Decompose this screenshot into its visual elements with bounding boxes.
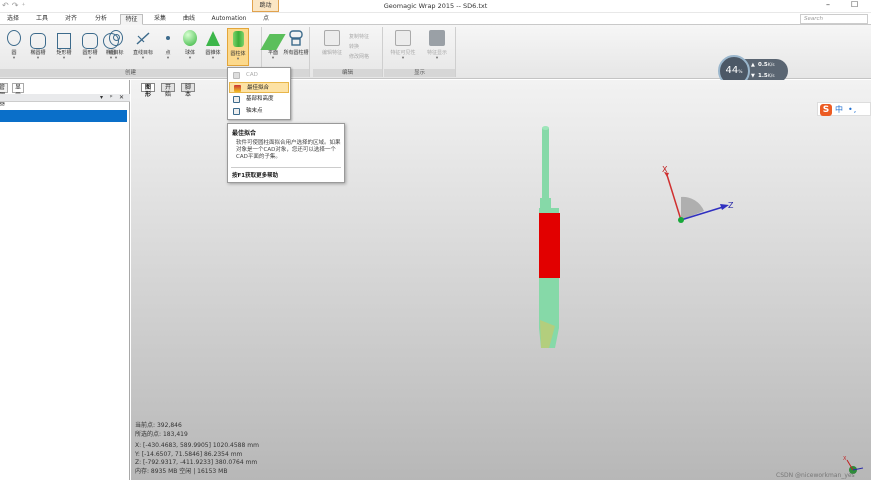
selected-region: [539, 213, 560, 278]
cylinder-icon: [232, 31, 244, 47]
menu-item-cad[interactable]: CAD: [229, 70, 289, 81]
download-arrow-icon: ▼: [751, 73, 755, 79]
sphere-button[interactable]: 球体 ▾: [180, 30, 200, 61]
ellipse-slot-button[interactable]: 椭圆槽 ▾: [26, 30, 50, 61]
z-axis-label: Z: [728, 201, 734, 210]
ellipse-slot-icon: [30, 33, 46, 49]
tooltip-help: 按F1获取更多帮助: [232, 173, 279, 179]
point-target-button[interactable]: 点目标 ▾: [104, 30, 128, 61]
ribbon-group-display: 特征可见性 ▾ 特征显示 ▾ 显示: [384, 27, 456, 77]
ime-toolbar[interactable]: S 中 •,: [817, 102, 871, 116]
cylinder-slots-icon: [288, 30, 304, 46]
point-button[interactable]: 点 ▾: [160, 30, 176, 61]
manager-panel: 管理器 显示 ▾ ᵖ ✕: [0, 80, 130, 480]
selected-count: 183,419: [162, 430, 188, 438]
tab-features[interactable]: 特征: [120, 14, 143, 25]
maximize-icon[interactable]: ☐: [851, 0, 858, 10]
svg-text:X: X: [843, 456, 847, 462]
tab-display[interactable]: 显示: [12, 83, 25, 99]
x-axis-label: X: [662, 165, 668, 174]
line-target-icon: [135, 30, 151, 46]
feature-visibility-button[interactable]: 特征可见性 ▾: [388, 30, 418, 61]
memory-usage: 内存: 8935 MB 空闲 | 16153 MB: [135, 467, 228, 475]
tab-points[interactable]: 点: [257, 14, 275, 25]
status-stats: 当前点: 392,846 所选的点: 183,419 X: [-430.4683…: [135, 422, 259, 475]
upload-arrow-icon: ▲: [751, 62, 755, 68]
tab-select[interactable]: 选择: [3, 14, 23, 25]
plane-button[interactable]: 平面 ▾: [260, 30, 286, 61]
close-icon[interactable]: ✕: [119, 94, 124, 102]
cylinder-button[interactable]: 圆柱体 ▾: [227, 28, 249, 66]
menu-item-best-fit[interactable]: 最佳拟合: [229, 82, 289, 93]
edit-feature-icon: [324, 30, 340, 46]
best-fit-icon: [234, 85, 241, 92]
scanned-cylinder-part[interactable]: [539, 126, 560, 348]
ribbon-tab-row: 选择 工具 对齐 分析 特征 采集 曲线 Automation 点 Search: [0, 13, 871, 25]
menu-item-base-height[interactable]: 基部和高度: [229, 94, 289, 105]
all-cylinder-slots-button[interactable]: 所有圆柱槽: [282, 30, 310, 56]
point-target-icon: [109, 30, 123, 46]
tab-curves[interactable]: 曲线: [178, 14, 200, 25]
edit-feature-button[interactable]: 编辑特征: [317, 30, 347, 56]
y-extent: Y: [-14.6507, 71.5846] 86.2354 mm: [135, 450, 243, 458]
copy-feature-button[interactable]: 复制特征: [349, 32, 381, 42]
round-slot-icon: [82, 33, 98, 49]
round-slot-button[interactable]: 圆形槽 ▾: [78, 30, 102, 61]
z-extent: Z: [-792.9317, -411.9233] 380.0764 mm: [135, 459, 258, 466]
ime-punct-icon[interactable]: •,: [848, 104, 857, 116]
group-label-edit: 编辑: [313, 69, 382, 77]
rect-slot-icon: [57, 33, 71, 49]
tab-automation[interactable]: Automation: [208, 14, 250, 25]
sogou-icon[interactable]: S: [820, 104, 832, 116]
cad-icon: [233, 72, 240, 79]
ime-mode-label[interactable]: 中: [835, 104, 843, 116]
ribbon-group-edit: 编辑特征 复制特征 转换 修改网格 编辑: [313, 27, 383, 77]
point-icon: [160, 30, 176, 46]
sphere-icon: [183, 30, 197, 46]
best-fit-tooltip: 最佳拟合 软件可使圆柱面拟合用户选择的区域。如果对象是一个CAD对象，您还可以选…: [227, 123, 345, 183]
cylinder-dropdown-menu: CAD 最佳拟合 基部和高度 轴末点: [227, 67, 291, 120]
feature-display-button[interactable]: 特征显示 ▾: [422, 30, 452, 61]
cone-icon: [206, 30, 220, 46]
modify-mesh-button[interactable]: 修改网格: [349, 52, 381, 62]
transform-button[interactable]: 转换: [349, 42, 381, 52]
panel-menu-icon[interactable]: ▾: [100, 94, 103, 102]
base-height-icon: [233, 96, 240, 103]
minimize-icon[interactable]: –: [826, 0, 830, 10]
selected-tree-item[interactable]: [0, 110, 127, 122]
watermark: CSDN @niceworkman_yes: [776, 472, 855, 479]
tab-capture[interactable]: 采集: [150, 14, 170, 25]
cone-button[interactable]: 圆锥体 ▾: [202, 30, 224, 61]
point-count: 392,846: [156, 422, 182, 429]
search-input[interactable]: Search: [800, 14, 868, 24]
group-label-create: 创建: [0, 69, 261, 77]
axis-triad: X Z: [662, 165, 734, 223]
tab-tools[interactable]: 工具: [32, 14, 52, 25]
line-target-button[interactable]: 直线目标 ▾: [130, 30, 156, 61]
group-label-display: 显示: [384, 69, 455, 77]
pin-icon[interactable]: ᵖ: [110, 94, 113, 102]
circle-icon: [7, 30, 21, 46]
x-extent: X: [-430.4683, 589.9905] 1020.4588 mm: [135, 442, 259, 449]
window-title: Geomagic Wrap 2015 -- SD6.txt: [383, 2, 488, 10]
axis-endpoints-icon: [233, 108, 240, 115]
title-bar: ↶↷⁺ 跳动 Geomagic Wrap 2015 -- SD6.txt – ☐: [0, 0, 871, 13]
tab-analysis[interactable]: 分析: [90, 14, 112, 25]
tooltip-body: 软件可使圆柱面拟合用户选择的区域。如果对象是一个CAD对象，您还可以选择一个CA…: [236, 140, 341, 160]
tooltip-title: 最佳拟合: [232, 130, 257, 137]
panel-header: ▾ ᵖ ✕: [0, 94, 130, 102]
tab-manager[interactable]: 管理器: [0, 83, 9, 107]
rect-slot-button[interactable]: 矩形槽 ▾: [52, 30, 76, 61]
menu-item-axis-endpoints[interactable]: 轴末点: [229, 106, 289, 117]
visibility-icon: [395, 30, 411, 46]
display-icon: [429, 30, 445, 46]
tab-align[interactable]: 对齐: [61, 14, 81, 25]
edit-small-buttons: 复制特征 转换 修改网格: [349, 32, 381, 62]
ribbon-group-create: 圆 ▾ 椭圆槽 ▾ 矩形槽 ▾ 圆形槽 ▾ 椭圆 ▾ 点目标 ▾ 直线目标 ▾ 点 ▾ 球体 ▾ …: [0, 27, 262, 77]
circle-button[interactable]: 圆 ▾: [4, 30, 24, 61]
